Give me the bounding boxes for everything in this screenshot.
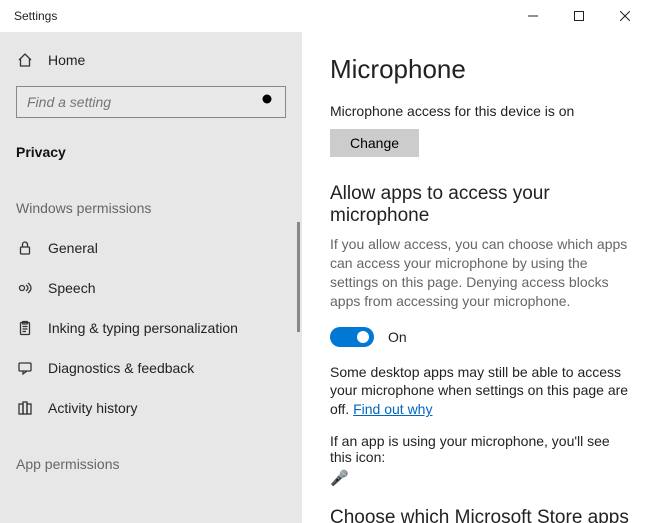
mic-usage-line: If an app is using your microphone, you'…	[330, 433, 630, 465]
sidebar-item-inking[interactable]: Inking & typing personalization	[0, 308, 302, 348]
sidebar-item-activity[interactable]: Activity history	[0, 388, 302, 428]
sidebar-group-app-permissions: App permissions	[0, 444, 302, 484]
allow-heading: Allow apps to access your microphone	[330, 183, 630, 227]
page-title: Microphone	[330, 54, 630, 85]
choose-apps-heading: Choose which Microsoft Store apps can	[330, 507, 630, 523]
home-icon	[16, 51, 34, 69]
sidebar-item-diagnostics[interactable]: Diagnostics & feedback	[0, 348, 302, 388]
search-input[interactable]	[16, 86, 286, 118]
clipboard-icon	[16, 319, 34, 337]
feedback-icon	[16, 359, 34, 377]
sidebar-item-label: Activity history	[48, 400, 137, 416]
sidebar-item-general[interactable]: General	[0, 228, 302, 268]
sidebar-item-label: Diagnostics & feedback	[48, 360, 194, 376]
sidebar-home-label: Home	[48, 52, 85, 68]
minimize-button[interactable]	[510, 0, 556, 32]
title-bar: Settings	[0, 0, 648, 32]
sidebar-home[interactable]: Home	[0, 40, 302, 80]
history-icon	[16, 399, 34, 417]
sidebar-item-label: Inking & typing personalization	[48, 320, 238, 336]
sidebar-current-section: Privacy	[0, 132, 302, 172]
change-button[interactable]: Change	[330, 129, 419, 157]
sidebar-group-windows-permissions: Windows permissions	[0, 188, 302, 228]
sidebar-item-label: Speech	[48, 280, 95, 296]
search-icon	[261, 93, 275, 112]
window-title: Settings	[14, 9, 510, 23]
sidebar: Home Privacy Windows permissions General…	[0, 32, 302, 523]
microphone-icon: 🎤	[330, 469, 630, 487]
maximize-button[interactable]	[556, 0, 602, 32]
allow-apps-toggle[interactable]	[330, 327, 374, 347]
close-button[interactable]	[602, 0, 648, 32]
access-status: Microphone access for this device is on	[330, 103, 630, 119]
sidebar-item-label: General	[48, 240, 98, 256]
speech-icon	[16, 279, 34, 297]
search-field[interactable]	[27, 94, 261, 110]
sidebar-scrollbar[interactable]	[297, 222, 300, 332]
lock-icon	[16, 239, 34, 257]
main-panel: Microphone Microphone access for this de…	[302, 32, 648, 523]
find-out-why-link[interactable]: Find out why	[353, 401, 432, 417]
desktop-apps-note: Some desktop apps may still be able to a…	[330, 363, 630, 420]
allow-body: If you allow access, you can choose whic…	[330, 235, 630, 311]
sidebar-item-speech[interactable]: Speech	[0, 268, 302, 308]
toggle-state-label: On	[388, 329, 407, 345]
